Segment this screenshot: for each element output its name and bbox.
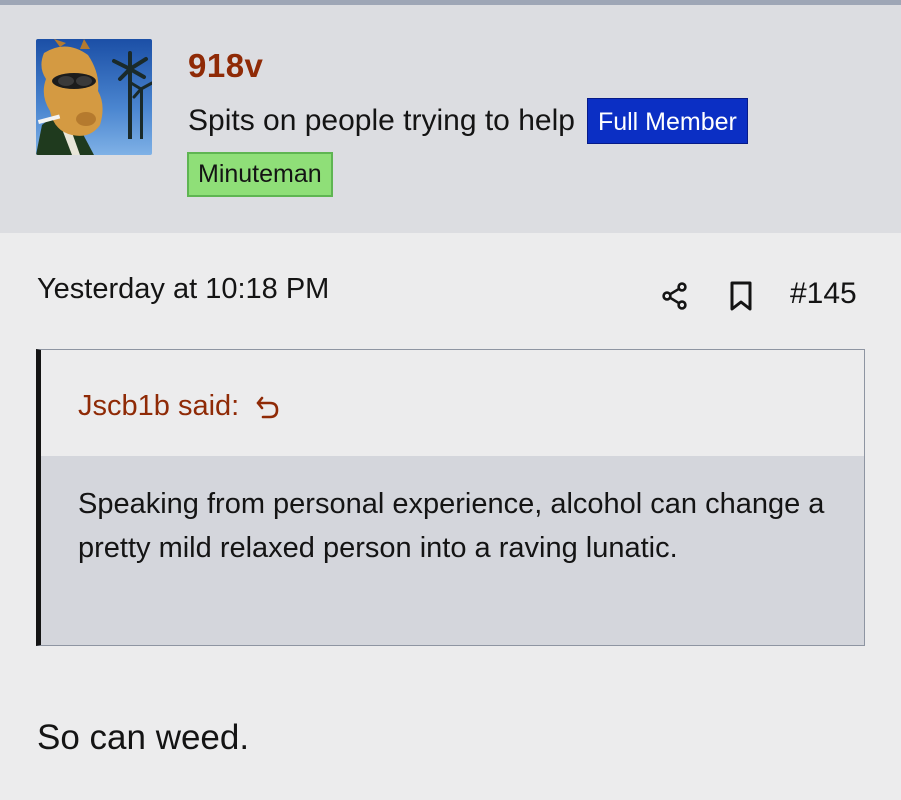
- post-body-text: So can weed.: [37, 718, 250, 757]
- camel-avatar-icon[interactable]: [36, 39, 152, 155]
- return-arrow-icon[interactable]: [255, 394, 281, 420]
- badge-minuteman: Minuteman: [187, 152, 333, 197]
- post-meta: Yesterday at 10:18 PM #145: [0, 233, 901, 343]
- quote-header: Jscb1b said:: [41, 350, 864, 456]
- post-user-header: 918v Spits on people trying to help Full…: [0, 5, 901, 233]
- username-link[interactable]: 918v: [188, 47, 263, 85]
- badge-full-member: Full Member: [586, 98, 748, 144]
- quote-author-label: Jscb1b said:: [78, 390, 240, 422]
- quote-block: Jscb1b said: Speaking from personal expe…: [36, 349, 865, 646]
- quote-author-link[interactable]: Jscb1b said:: [78, 390, 281, 423]
- bookmark-icon[interactable]: [727, 280, 755, 312]
- quote-body: Speaking from personal experience, alcoh…: [41, 456, 864, 645]
- user-title: Spits on people trying to help: [188, 104, 575, 137]
- user-title-line: Spits on people trying to help Full Memb…: [188, 98, 748, 144]
- share-icon[interactable]: [659, 280, 691, 312]
- post-number-link[interactable]: #145: [790, 277, 857, 311]
- post-date[interactable]: Yesterday at 10:18 PM: [37, 273, 329, 306]
